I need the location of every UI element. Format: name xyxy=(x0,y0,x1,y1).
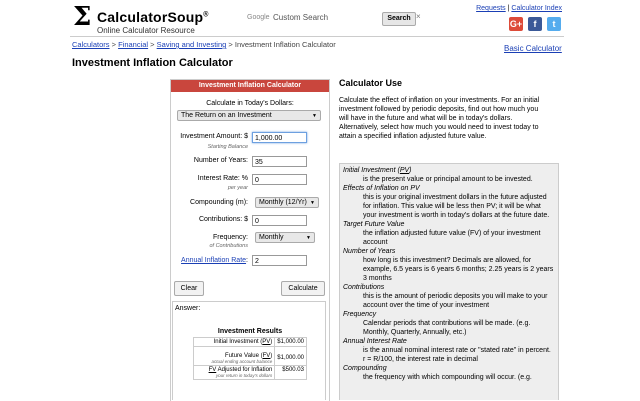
compounding-value: Monthly (12/Yr) xyxy=(259,199,307,206)
requests-link[interactable]: Requests xyxy=(476,5,506,12)
calculator-index-link[interactable]: Calculator Index xyxy=(511,5,562,12)
result-value: $1,000.00 xyxy=(274,337,307,347)
investment-amount-input[interactable]: 1,000.00 xyxy=(252,132,307,143)
key-text: ) xyxy=(270,339,273,345)
definition-term: Number of Years xyxy=(343,248,396,255)
results-title: Investment Results xyxy=(217,328,283,335)
contributions-label: Contributions: $ xyxy=(198,216,248,223)
term-abbr: PV xyxy=(399,167,410,174)
breadcrumb-saving-investing[interactable]: Saving and Investing xyxy=(157,40,227,49)
interest-rate-input[interactable]: 0 xyxy=(252,174,307,185)
definition-term: Compounding xyxy=(343,365,387,372)
definition-desc: is the present value or principal amount… xyxy=(363,176,533,183)
compounding-select[interactable]: Monthly (12/Yr) ▼ xyxy=(255,197,319,208)
frequency-value: Monthly xyxy=(259,234,284,241)
breadcrumb-calculators[interactable]: Calculators xyxy=(72,40,110,49)
investment-label: Investment Amount: $ xyxy=(180,133,248,140)
logo-name: CalculatorSoup® xyxy=(97,9,209,25)
calculator-title: Investment Inflation Calculator xyxy=(171,80,329,92)
site-header: Σ CalculatorSoup® Online Calculator Reso… xyxy=(0,0,640,36)
calc-in-label: Calculate in Today's Dollars: xyxy=(206,100,294,107)
top-links: Requests | Calculator Index xyxy=(476,5,562,12)
inflation-colon: : xyxy=(246,257,248,264)
breadcrumb-sep: > xyxy=(109,40,119,49)
facebook-icon[interactable]: f xyxy=(528,17,542,31)
search-button[interactable]: Search xyxy=(382,12,416,26)
answer-panel: Answer: Investment Results Initial Inves… xyxy=(172,301,326,400)
contributions-input[interactable]: 0 xyxy=(252,215,307,226)
key-text: Initial Investment ( xyxy=(213,339,263,345)
sigma-logo-icon: Σ xyxy=(73,2,92,32)
calculator-use-intro: Calculate the effect of inflation on you… xyxy=(339,97,540,140)
definitions-box: Initial Investment (PV) is the present v… xyxy=(339,163,559,400)
result-key: Initial Investment (PV) xyxy=(192,337,276,347)
chevron-down-icon: ▼ xyxy=(306,235,311,241)
twitter-icon[interactable]: t xyxy=(547,17,561,31)
breadcrumb-financial[interactable]: Financial xyxy=(118,40,148,49)
calc-in-select[interactable]: The Return on an Investment ▼ xyxy=(177,110,321,121)
frequency-label: Frequency: xyxy=(212,234,248,241)
breadcrumb-sep: > xyxy=(148,40,157,49)
calc-in-value: The Return on an Investment xyxy=(181,112,272,119)
key-sub: your return in today's dollars xyxy=(215,373,273,378)
frequency-sublabel: of Contributions xyxy=(209,243,248,249)
results-table: Initial Investment (PV) $1,000.00 Future… xyxy=(192,337,307,380)
calculator-use-title: Calculator Use xyxy=(339,78,403,88)
search-box[interactable]: Google Custom Search Search × xyxy=(244,12,422,26)
definition-term: Contributions xyxy=(343,284,385,291)
breadcrumb-sep: > xyxy=(226,40,235,49)
term-text: ) xyxy=(409,167,412,174)
years-label: Number of Years: xyxy=(193,157,248,164)
google-plus-icon[interactable]: G+ xyxy=(509,17,523,31)
clear-search-icon[interactable]: × xyxy=(416,12,421,21)
inflation-rate-input[interactable]: 2 xyxy=(252,255,307,266)
definition-desc: this is the amount of periodic deposits … xyxy=(363,293,548,309)
answer-label: Answer: xyxy=(175,305,201,312)
definitions-list: Initial Investment (PV) is the present v… xyxy=(340,166,558,382)
result-value: $500.03 xyxy=(274,365,307,380)
compounding-label: Compounding (m): xyxy=(190,199,248,206)
result-key: Future Value (FV) actual ending account b… xyxy=(192,346,276,366)
frequency-select[interactable]: Monthly ▼ xyxy=(255,232,315,243)
key-sub: actual ending account balance xyxy=(211,359,273,364)
definition-term: Effects of Inflation on PV xyxy=(343,185,420,192)
definition-desc: how long is this investment? Decimals ar… xyxy=(363,257,554,282)
basic-calculator-link[interactable]: Basic Calculator xyxy=(504,44,562,53)
search-input[interactable]: Custom Search xyxy=(273,13,328,22)
page-title: Investment Inflation Calculator xyxy=(72,57,233,69)
definition-term: Frequency xyxy=(343,311,377,318)
breadcrumb: Calculators > Financial > Saving and Inv… xyxy=(72,40,336,49)
definition-term: Initial Investment (PV) xyxy=(343,166,558,175)
years-input[interactable]: 35 xyxy=(252,156,307,167)
breadcrumb-current: Investment Inflation Calculator xyxy=(234,40,336,49)
definition-term: Annual Interest Rate xyxy=(343,338,407,345)
header-divider xyxy=(70,36,564,37)
definition-desc: is the annual nominal interest rate or "… xyxy=(363,347,551,363)
definition-desc: Calendar periods that contributions will… xyxy=(363,320,531,336)
calculate-button[interactable]: Calculate xyxy=(281,281,325,296)
result-key: FV Adjusted for Inflation your return in … xyxy=(192,365,276,380)
term-text: Initial Investment ( xyxy=(343,167,400,174)
logo-tagline: Online Calculator Resource xyxy=(97,26,195,35)
search-brand: Google xyxy=(247,14,270,21)
inflation-rate-link[interactable]: Annual Inflation Rate xyxy=(181,257,246,264)
table-row: FV Adjusted for Inflation your return in … xyxy=(192,365,307,380)
interest-rate-sublabel: per year xyxy=(227,185,248,191)
definition-desc: the inflation adjusted future value (FV)… xyxy=(363,230,541,246)
table-row: Future Value (FV) actual ending account b… xyxy=(192,346,307,366)
definition-desc: this is your original investment dollars… xyxy=(363,194,550,219)
interest-rate-label: Interest Rate: % xyxy=(197,175,248,182)
investment-sublabel: Starting Balance xyxy=(207,144,248,150)
chevron-down-icon: ▼ xyxy=(312,113,317,119)
result-value: $1,000.00 xyxy=(274,346,307,366)
chevron-down-icon: ▼ xyxy=(310,200,315,206)
clear-button[interactable]: Clear xyxy=(174,281,204,296)
inflation-label: Annual Inflation Rate: xyxy=(181,257,248,264)
table-row: Initial Investment (PV) $1,000.00 xyxy=(192,337,307,347)
definition-desc: the frequency with which compounding wil… xyxy=(363,374,532,381)
definition-term: Target Future Value xyxy=(343,221,405,228)
